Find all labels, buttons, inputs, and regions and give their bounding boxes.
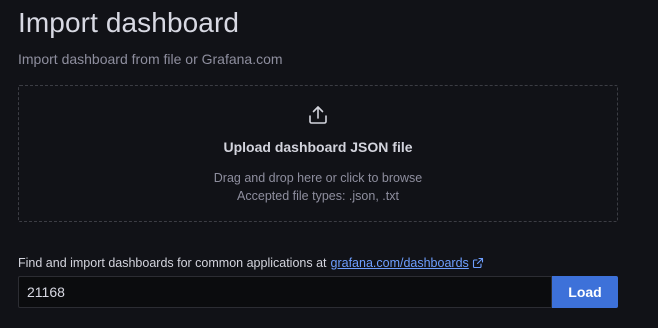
upload-title: Upload dashboard JSON file	[223, 139, 413, 155]
import-dashboard-page: Import dashboard Import dashboard from f…	[0, 0, 658, 328]
upload-hint: Drag and drop here or click to browse	[213, 171, 423, 185]
upload-icon	[309, 106, 327, 124]
dashboard-id-field	[18, 276, 552, 308]
page-subtitle: Import dashboard from file or Grafana.co…	[18, 51, 283, 67]
grafana-com-label: Find and import dashboards for common ap…	[18, 254, 484, 272]
dashboard-id-input[interactable]	[19, 277, 551, 307]
grafana-dashboards-link[interactable]: grafana.com/dashboards	[331, 254, 469, 272]
page-title: Import dashboard	[18, 7, 240, 38]
load-button[interactable]: Load	[552, 276, 618, 308]
find-text: Find and import dashboards for common ap…	[18, 256, 327, 270]
upload-dropzone[interactable]: Upload dashboard JSON file Drag and drop…	[18, 85, 618, 222]
accepted-file-types: Accepted file types: .json, .txt	[237, 189, 399, 203]
external-link-icon[interactable]	[472, 257, 484, 269]
